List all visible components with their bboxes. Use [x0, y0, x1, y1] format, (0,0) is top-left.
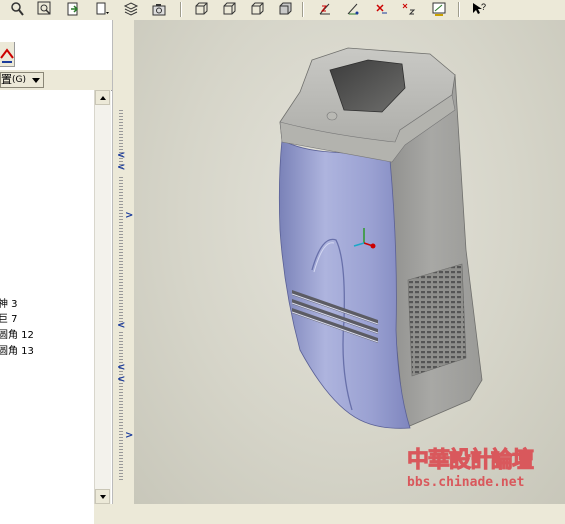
axis-x-icon[interactable] — [372, 1, 390, 17]
forum-watermark: 中華設計論壇 bbs.chinade.net — [407, 448, 565, 500]
watermark-url: bbs.chinade.net — [407, 475, 525, 490]
camera-icon[interactable] — [150, 1, 168, 17]
tree-item[interactable]: 巨 7 — [0, 310, 18, 325]
model-tree-panel: 置 (G) 神 3 巨 7 圆角 12 圆角 13 — [0, 20, 118, 524]
settings-dropdown-shortcut: (G) — [12, 75, 26, 85]
panel-tab[interactable] — [0, 42, 15, 67]
model-tree: 神 3 巨 7 圆角 12 圆角 13 — [0, 90, 94, 524]
shaded-box-icon[interactable] — [276, 1, 294, 17]
box-view-3-icon[interactable] — [248, 1, 266, 17]
settings-dropdown[interactable]: 置 (G) — [0, 72, 44, 88]
collapse-left-icon[interactable]: < — [117, 374, 125, 385]
scroll-up-button[interactable] — [95, 90, 110, 105]
chevron-down-icon — [32, 78, 40, 83]
expand-right-icon[interactable]: > — [125, 430, 133, 441]
expand-right-icon[interactable]: > — [125, 210, 133, 221]
tree-item[interactable]: 神 3 — [0, 295, 18, 310]
axis-z-icon[interactable] — [316, 1, 334, 17]
collapse-left-icon[interactable]: < — [117, 150, 125, 161]
splitter-grip[interactable] — [119, 330, 123, 480]
settings-dropdown-label: 置 — [1, 73, 12, 86]
splitter-grip[interactable] — [119, 175, 123, 325]
collapse-left-icon[interactable]: < — [117, 162, 125, 173]
settings-row: 置 (G) — [0, 70, 112, 91]
axis-xz-icon[interactable] — [400, 1, 418, 17]
collapse-left-icon[interactable]: < — [117, 362, 125, 373]
device-button — [326, 111, 338, 121]
watermark-title: 中華設計論壇 — [407, 448, 535, 474]
tree-item[interactable]: 圆角 12 — [0, 326, 34, 341]
panel-splitter[interactable]: < < > < < < > — [112, 20, 135, 504]
graphics-viewport[interactable]: 中華設計論壇 bbs.chinade.net — [134, 20, 565, 504]
zoom-icon[interactable] — [8, 1, 26, 17]
tree-item[interactable]: 圆角 13 — [0, 342, 34, 357]
axis-tri-icon[interactable] — [344, 1, 362, 17]
tree-scrollbar[interactable] — [94, 90, 111, 504]
device-3d-model[interactable] — [134, 20, 565, 504]
collapse-left-icon[interactable]: < — [117, 320, 125, 331]
scroll-down-button[interactable] — [95, 489, 110, 504]
zoom-window-icon[interactable] — [36, 1, 54, 17]
svg-text:?: ? — [481, 2, 486, 12]
whats-this-icon[interactable]: ? — [470, 1, 488, 17]
side-vent — [407, 263, 467, 377]
import-icon[interactable] — [64, 1, 82, 17]
box-view-icon[interactable] — [192, 1, 210, 17]
view-list-icon[interactable] — [94, 1, 112, 17]
main-toolbar: ? — [0, 0, 565, 21]
box-view-2-icon[interactable] — [220, 1, 238, 17]
layers-icon[interactable] — [122, 1, 140, 17]
axis-display-icon[interactable] — [430, 1, 448, 17]
